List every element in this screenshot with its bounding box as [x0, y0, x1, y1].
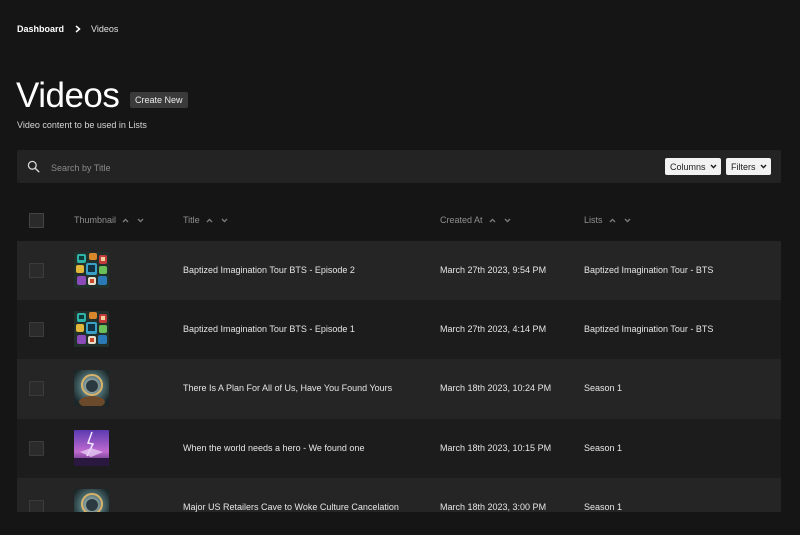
search-input[interactable] [49, 158, 433, 177]
breadcrumb-dashboard-link[interactable]: Dashboard [17, 24, 64, 34]
thumbnail-image [74, 370, 109, 407]
page-title: Videos [16, 76, 120, 115]
row-created-at: March 18th 2023, 10:15 PM [440, 442, 552, 453]
thumbnail-image [74, 311, 109, 348]
column-label: Created At [440, 215, 483, 225]
column-header-lists: Lists [584, 215, 631, 225]
chevron-down-icon [759, 164, 767, 169]
row-lists: Baptized Imagination Tour - BTS [584, 265, 714, 275]
row-created-at: March 27th 2023, 4:14 PM [440, 324, 547, 335]
row-title: Baptized Imagination Tour BTS - Episode … [183, 265, 355, 275]
search-icon [27, 160, 40, 173]
row-title: When the world needs a hero - We found o… [183, 442, 365, 453]
sort-asc-icon[interactable] [122, 217, 129, 223]
chevron-right-icon [75, 25, 81, 33]
row-title: Baptized Imagination Tour BTS - Episode … [183, 324, 355, 335]
sort-desc-icon[interactable] [221, 218, 228, 223]
table-row[interactable]: Baptized Imagination Tour BTS - Episode … [17, 241, 781, 301]
row-checkbox[interactable] [29, 440, 44, 456]
page-subtitle: Video content to be used in Lists [17, 120, 147, 130]
column-label: Lists [584, 215, 603, 225]
thumbnail-image [74, 488, 109, 512]
column-label: Title [183, 215, 200, 225]
column-label: Thumbnail [74, 215, 117, 225]
column-header-title: Title [183, 215, 228, 225]
table-row[interactable]: When the world needs a hero - We found o… [17, 418, 781, 478]
search-bar: Columns Filters [17, 150, 781, 183]
sort-asc-icon[interactable] [489, 217, 496, 223]
table-row[interactable]: Baptized Imagination Tour BTS - Episode … [17, 300, 781, 360]
row-title: There Is A Plan For All of Us, Have You … [183, 383, 393, 394]
thumbnail-image [74, 429, 109, 466]
row-created-at: March 18th 2023, 3:00 PM [440, 501, 547, 512]
filters-label: Filters [731, 161, 756, 172]
row-checkbox[interactable] [29, 322, 44, 338]
chevron-down-icon [710, 164, 717, 169]
select-all-checkbox[interactable] [29, 213, 44, 228]
row-checkbox[interactable] [29, 499, 44, 512]
table-header-row: Thumbnail Title Created At Lists [17, 200, 781, 241]
sort-desc-icon[interactable] [504, 218, 511, 223]
row-lists: Season 1 [584, 442, 623, 453]
column-header-thumbnail: Thumbnail [74, 215, 144, 225]
sort-desc-icon[interactable] [137, 218, 144, 223]
row-created-at: March 27th 2023, 9:54 PM [440, 265, 547, 275]
filters-button[interactable]: Filters [726, 158, 771, 175]
thumbnail-image [74, 252, 109, 288]
table-row[interactable]: Major US Retailers Cave to Woke Culture … [17, 477, 781, 512]
columns-label: Columns [670, 161, 706, 172]
sort-asc-icon[interactable] [609, 217, 616, 223]
row-checkbox[interactable] [29, 263, 44, 278]
create-new-button[interactable]: Create New [130, 92, 188, 108]
sort-asc-icon[interactable] [206, 217, 213, 223]
breadcrumb-current: Videos [91, 24, 119, 34]
table-row[interactable]: There Is A Plan For All of Us, Have You … [17, 359, 781, 419]
row-checkbox[interactable] [29, 381, 44, 397]
row-lists: Season 1 [584, 383, 623, 394]
column-header-created-at: Created At [440, 215, 511, 225]
row-lists: Baptized Imagination Tour - BTS [584, 324, 714, 335]
row-lists: Season 1 [584, 501, 623, 512]
row-created-at: March 18th 2023, 10:24 PM [440, 383, 552, 394]
sort-desc-icon[interactable] [624, 218, 631, 223]
breadcrumb: Dashboard Videos [17, 24, 118, 34]
columns-button[interactable]: Columns [665, 158, 721, 175]
videos-table: Thumbnail Title Created At Lists Baptize… [17, 200, 781, 512]
row-title: Major US Retailers Cave to Woke Culture … [183, 501, 399, 512]
